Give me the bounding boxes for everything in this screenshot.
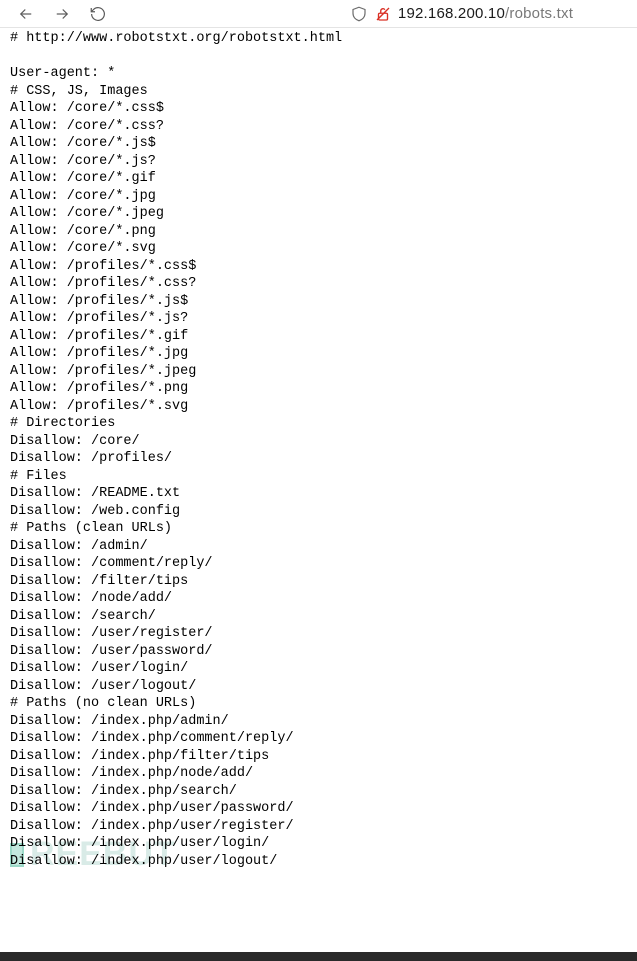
- nav-buttons: [4, 0, 120, 28]
- arrow-right-icon: [53, 5, 71, 23]
- reload-icon: [89, 5, 107, 23]
- arrow-left-icon: [17, 5, 35, 23]
- url-text: 192.168.200.10/robots.txt: [398, 5, 573, 22]
- url-host: 192.168.200.10: [398, 5, 505, 22]
- shield-icon: [350, 5, 368, 23]
- address-bar[interactable]: 192.168.200.10/robots.txt: [290, 5, 633, 23]
- url-path: /robots.txt: [505, 5, 573, 22]
- back-button[interactable]: [12, 0, 40, 28]
- page-content: REEBUT # http://www.robotstxt.org/robots…: [0, 28, 637, 880]
- forward-button[interactable]: [48, 0, 76, 28]
- not-secure-icon: [374, 5, 392, 23]
- reload-button[interactable]: [84, 0, 112, 28]
- footer-bar: [0, 952, 637, 961]
- robots-text: # http://www.robotstxt.org/robotstxt.htm…: [10, 30, 627, 870]
- browser-toolbar: 192.168.200.10/robots.txt: [0, 0, 637, 28]
